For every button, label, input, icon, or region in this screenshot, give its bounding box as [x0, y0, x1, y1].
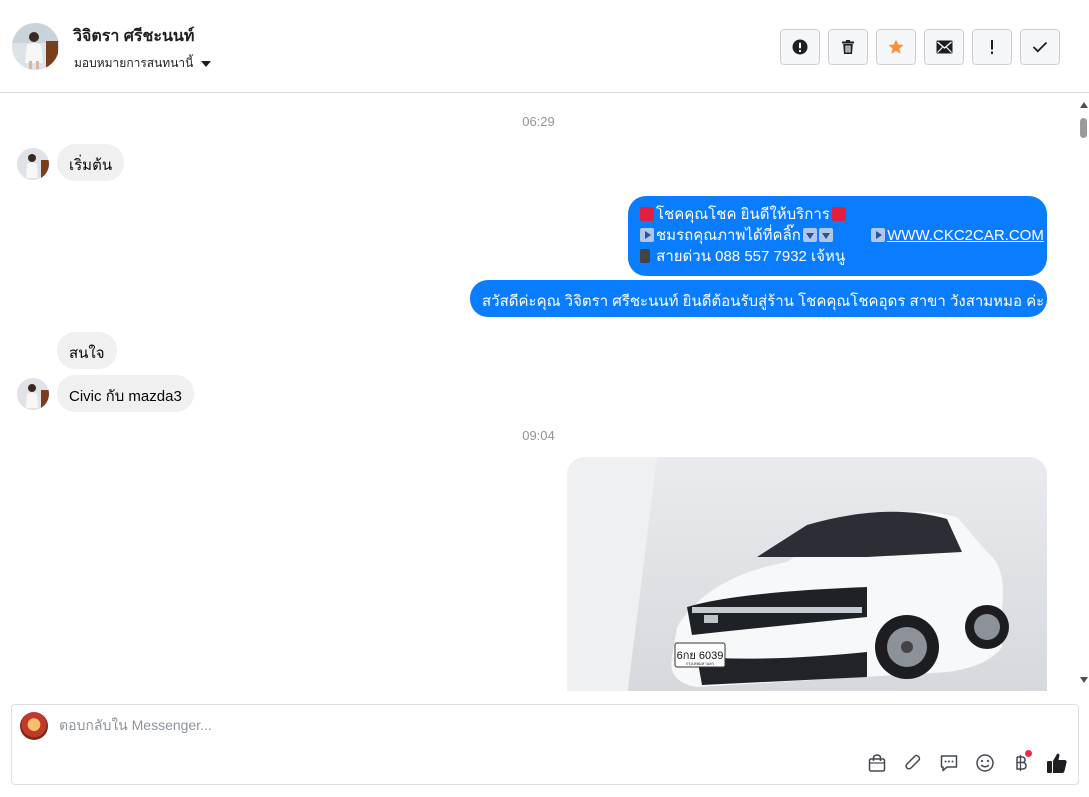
star-button[interactable] — [876, 29, 916, 65]
follow-up-button[interactable] — [972, 29, 1012, 65]
caret-down-icon — [201, 60, 212, 67]
trash-icon — [842, 40, 854, 54]
greeting-line-1: โชคคุณโชค ยินดีให้บริการ — [656, 206, 830, 223]
mark-done-button[interactable] — [1020, 29, 1060, 65]
spam-alert-button[interactable] — [780, 29, 820, 65]
contact-avatar[interactable] — [12, 23, 59, 70]
star-icon — [888, 39, 904, 54]
exclamation-circle-icon — [792, 39, 808, 55]
website-link[interactable]: WWW.CKC2CAR.COM — [887, 227, 1044, 244]
like-button[interactable] — [1045, 751, 1069, 775]
contact-name[interactable]: วิจิตรา ศรีชะนนท์ — [73, 24, 194, 49]
mobile-phone-emoji-icon — [640, 249, 650, 263]
car-photo-attachment[interactable]: 6กย 6039 กรุงเทพมหานคร — [567, 457, 1047, 691]
reply-input[interactable] — [59, 717, 959, 733]
attach-file-button[interactable] — [901, 751, 925, 775]
payment-button[interactable] — [1009, 750, 1033, 775]
message-thread[interactable]: 06:29 เริ่มต้น โชคคุณโชค ยินดีให้บริการ … — [0, 94, 1077, 691]
page-avatar — [20, 712, 48, 740]
envelope-icon — [936, 40, 952, 54]
shopping-bag-icon — [868, 754, 886, 772]
car-image: 6กย 6039 กรุงเทพมหานคร — [567, 457, 1047, 691]
incoming-message[interactable]: Civic กับ mazda3 — [57, 375, 194, 412]
timestamp: 09:04 — [522, 428, 555, 443]
delete-button[interactable] — [828, 29, 868, 65]
assign-label: มอบหมายการสนทนานี้ — [74, 56, 194, 70]
play-button-emoji-icon — [871, 228, 886, 242]
paperclip-icon — [905, 754, 921, 770]
saved-replies-icon — [940, 755, 958, 772]
reply-composer — [11, 704, 1079, 785]
shopping-bag-button[interactable] — [865, 751, 889, 775]
exclamation-icon — [991, 40, 993, 54]
thread-scrollbar[interactable] — [1077, 94, 1089, 691]
contact-avatar-small — [17, 378, 49, 410]
incoming-message[interactable]: เริ่มต้น — [57, 144, 125, 181]
checkmark-icon — [1032, 41, 1048, 53]
timestamp: 06:29 — [522, 114, 555, 129]
contact-avatar-small — [17, 148, 49, 180]
down-arrow-emoji-icon — [802, 228, 817, 242]
scroll-down-arrow-icon[interactable] — [1080, 677, 1088, 683]
assign-conversation-dropdown[interactable]: มอบหมายการสนทนานี้ — [74, 54, 212, 73]
outgoing-message-greeting[interactable]: โชคคุณโชค ยินดีให้บริการ ชมรถคุณภาพได้ที… — [628, 196, 1047, 276]
thumbs-up-icon — [1047, 753, 1067, 773]
greeting-line-3: สายด่วน 088 557 7932 เจ้หนู — [656, 248, 846, 265]
outgoing-message-welcome[interactable]: สวัสดีค่ะคุณ วิจิตรา ศรีชะนนท์ ยินดีต้อน… — [470, 280, 1047, 317]
emoji-button[interactable] — [973, 751, 997, 775]
greeting-line-2: ชมรถคุณภาพได้ที่คลิ๊ก — [656, 227, 801, 244]
emoji-icon — [976, 754, 994, 772]
play-button-emoji-icon — [640, 228, 654, 242]
conversation-header: วิจิตรา ศรีชะนนท์ มอบหมายการสนทนานี้ — [0, 0, 1089, 93]
down-arrow-emoji-icon — [818, 228, 833, 242]
scroll-thumb[interactable] — [1080, 118, 1087, 138]
saved-replies-button[interactable] — [937, 751, 961, 775]
car-emoji-icon — [640, 207, 654, 221]
notification-dot — [1025, 750, 1032, 757]
scroll-up-arrow-icon[interactable] — [1080, 102, 1088, 108]
mark-unread-button[interactable] — [924, 29, 964, 65]
car-emoji-icon — [831, 207, 846, 221]
incoming-message[interactable]: สนใจ — [57, 332, 117, 369]
